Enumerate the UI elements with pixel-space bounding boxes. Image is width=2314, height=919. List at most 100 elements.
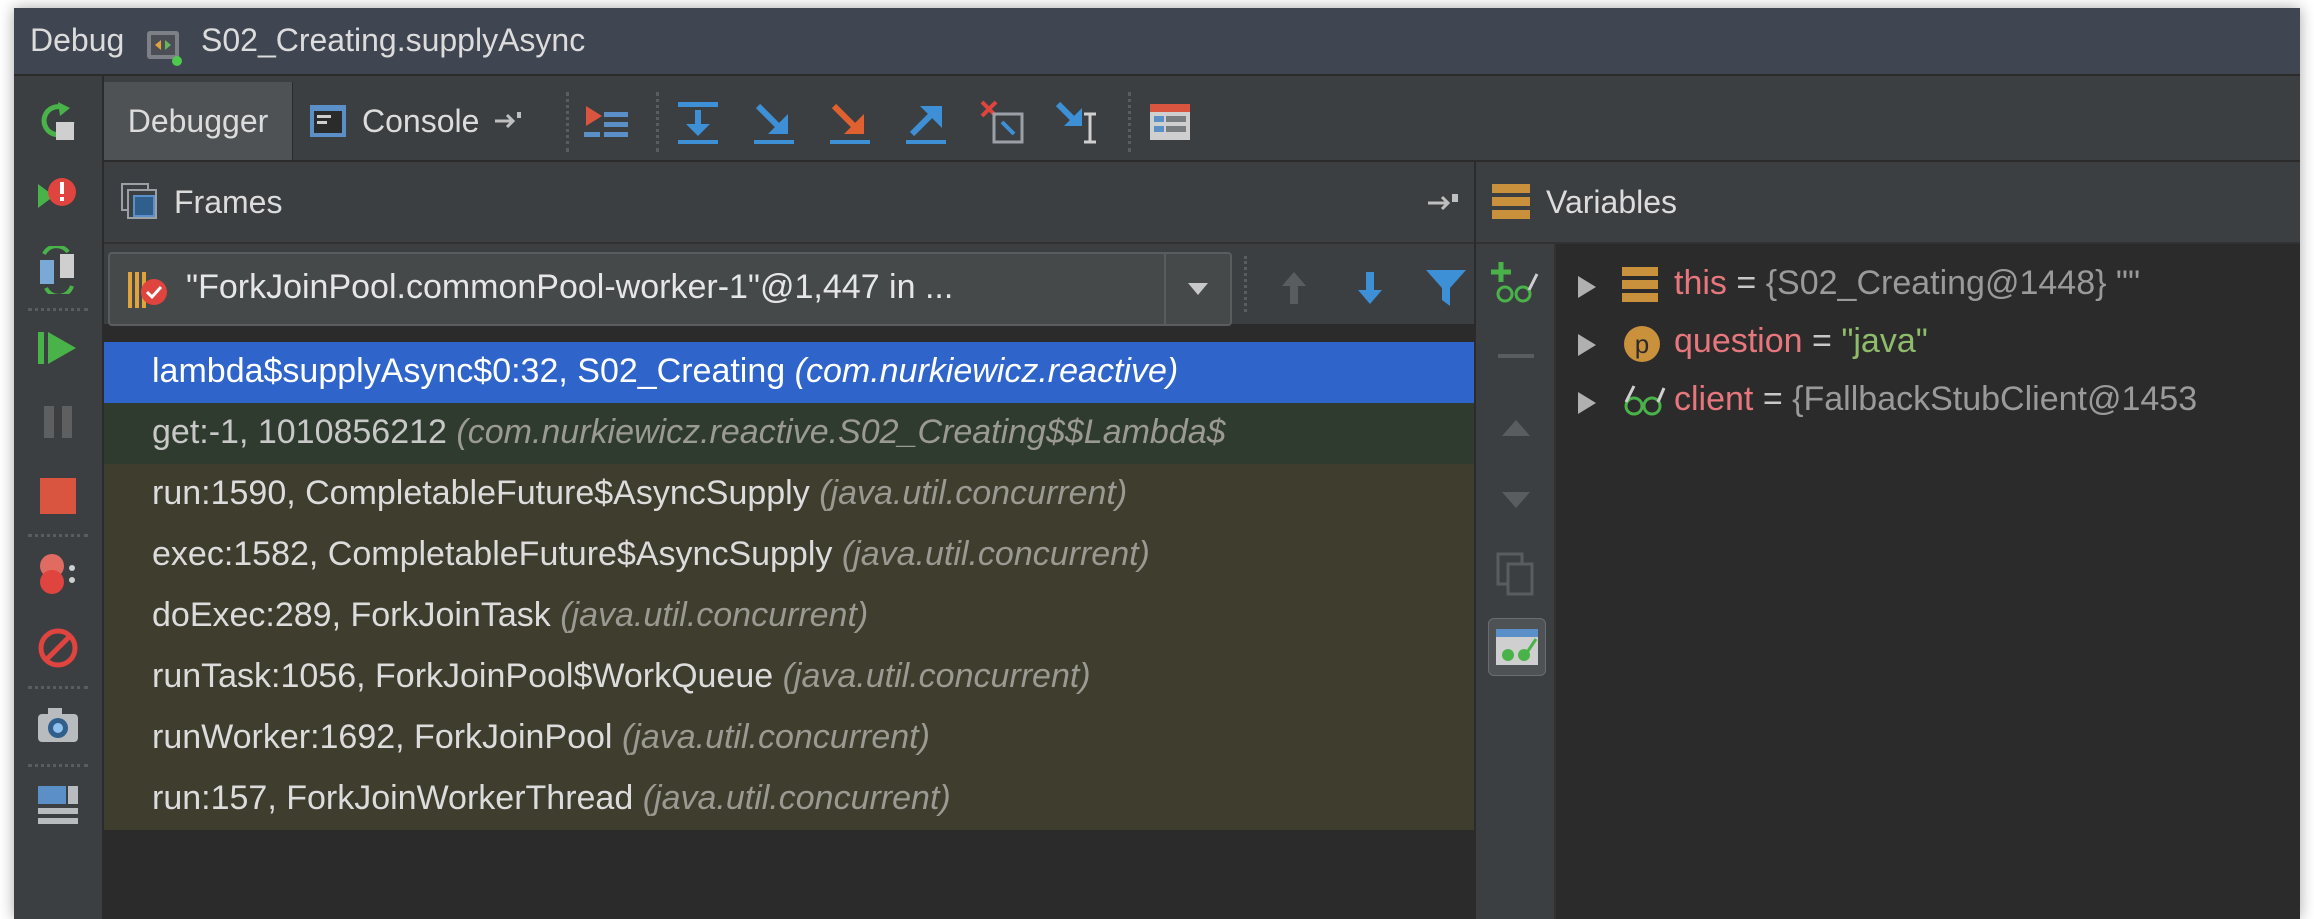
watch-icon <box>1622 382 1666 427</box>
debug-title-bar: Debug S02_Creating.supplyAsync <box>14 8 2300 76</box>
variables-icon <box>1492 184 1530 225</box>
frame-row[interactable]: doExec:289, ForkJoinTask (java.util.conc… <box>104 586 1474 647</box>
run-to-cursor-icon[interactable] <box>1052 96 1104 148</box>
drop-frame-icon[interactable] <box>976 96 1028 148</box>
filter-icon[interactable] <box>1420 262 1472 314</box>
run-config-icon <box>145 27 185 72</box>
previous-frame-icon[interactable] <box>1268 262 1320 314</box>
tab-console-label: Console <box>362 102 480 139</box>
frame-row[interactable]: get:-1, 1010856212 (com.nurkiewicz.react… <box>104 403 1474 464</box>
debug-title: Debug <box>30 22 125 58</box>
frame-row[interactable]: run:1590, CompletableFuture$AsyncSupply … <box>104 464 1474 525</box>
frame-method: doExec:289, ForkJoinTask <box>152 596 551 634</box>
thread-selector-value: "ForkJoinPool.commonPool-worker-1"@1,447… <box>186 268 954 306</box>
show-execution-point-icon[interactable] <box>580 96 632 148</box>
variable-equals: = <box>1762 380 1783 418</box>
chevron-down-icon[interactable] <box>1164 254 1230 324</box>
variable-name: client <box>1674 380 1754 418</box>
frames-header: Frames <box>104 162 1474 244</box>
frame-package: (java.util.concurrent) <box>819 474 1128 512</box>
frames-panel: Frames "ForkJoinPool.commonPool-worker-1… <box>104 162 1474 919</box>
rerun-icon[interactable] <box>30 94 86 150</box>
frame-row[interactable]: runWorker:1692, ForkJoinPool (java.util.… <box>104 708 1474 769</box>
frame-row[interactable]: lambda$supplyAsync$0:32, S02_Creating (c… <box>104 342 1474 403</box>
thread-suspended-icon <box>126 270 170 315</box>
variable-equals: = <box>1812 322 1832 360</box>
toolbar-separator <box>28 764 88 767</box>
console-icon <box>308 101 348 141</box>
toolbar-separator <box>28 686 88 689</box>
restore-layout-panels-icon[interactable] <box>30 776 86 832</box>
toolbar-separator <box>1244 256 1247 312</box>
field-icon <box>1622 266 1658 311</box>
variables-toolbar <box>1476 244 1556 919</box>
tab-console[interactable]: Console <box>294 82 562 160</box>
mute-breakpoints-icon[interactable] <box>30 620 86 676</box>
frame-package: (java.util.concurrent) <box>841 535 1150 573</box>
toolbar-separator <box>28 534 88 537</box>
variables-header: Variables <box>1476 162 2300 244</box>
step-into-icon[interactable] <box>748 96 800 148</box>
svg-text:p: p <box>1635 329 1649 359</box>
evaluate-expression-icon[interactable] <box>1144 96 1196 148</box>
debug-tab-bar: Debugger Console <box>104 76 2300 162</box>
frame-package: (com.nurkiewicz.reactive) <box>794 352 1179 390</box>
expand-arrow-icon[interactable] <box>1576 270 1598 309</box>
step-over-icon[interactable] <box>672 96 724 148</box>
get-thread-dump-icon[interactable] <box>30 698 86 754</box>
thread-selector-row: "ForkJoinPool.commonPool-worker-1"@1,447… <box>104 244 1474 326</box>
resume-program-icon[interactable] <box>30 320 86 376</box>
frame-package: (java.util.concurrent) <box>642 779 951 817</box>
exception-breakpoint-icon[interactable] <box>30 168 86 224</box>
remove-watch-icon[interactable] <box>1488 328 1544 384</box>
frame-package: (java.util.concurrent) <box>560 596 869 634</box>
stop-program-icon[interactable] <box>30 468 86 524</box>
force-step-into-icon[interactable] <box>824 96 876 148</box>
frame-row[interactable]: runTask:1056, ForkJoinPool$WorkQueue (ja… <box>104 647 1474 708</box>
variable-value: {S02_Creating@1448} "" <box>1765 264 2141 302</box>
new-watch-icon[interactable] <box>1488 254 1544 310</box>
frame-method: runWorker:1692, ForkJoinPool <box>152 718 613 756</box>
toolbar-separator <box>566 92 569 152</box>
frame-method: run:157, ForkJoinWorkerThread <box>152 779 634 817</box>
debug-side-toolbar <box>14 76 104 919</box>
expand-arrow-icon[interactable] <box>1576 386 1598 425</box>
expand-arrow-icon[interactable] <box>1576 328 1598 367</box>
variable-value: {FallbackStubClient@1453 <box>1792 380 2198 418</box>
pin-tab-icon[interactable] <box>493 106 523 136</box>
variable-row[interactable]: p question = "java" <box>1556 314 2296 370</box>
thread-selector[interactable]: "ForkJoinPool.commonPool-worker-1"@1,447… <box>108 252 1232 326</box>
pin-panel-icon[interactable] <box>1426 190 1460 221</box>
frames-title: Frames <box>174 184 283 220</box>
frame-method: runTask:1056, ForkJoinPool$WorkQueue <box>152 657 774 695</box>
frame-package: (com.nurkiewicz.reactive.S02_Creating$$L… <box>456 413 1226 451</box>
frame-method: lambda$supplyAsync$0:32, S02_Creating <box>152 352 786 390</box>
restore-layout-icon[interactable] <box>30 242 86 298</box>
pause-program-icon[interactable] <box>30 394 86 450</box>
variable-row[interactable]: this = {S02_Creating@1448} "" <box>1556 256 2296 312</box>
frame-row[interactable]: run:157, ForkJoinWorkerThread (java.util… <box>104 769 1474 830</box>
frame-row[interactable]: exec:1582, CompletableFuture$AsyncSupply… <box>104 525 1474 586</box>
duplicate-watch-icon[interactable] <box>1488 546 1544 602</box>
frame-package: (java.util.concurrent) <box>782 657 1091 695</box>
frames-icon <box>120 182 160 227</box>
toolbar-separator <box>1128 92 1131 152</box>
move-down-icon[interactable] <box>1488 472 1544 528</box>
variable-name: question <box>1674 322 1803 360</box>
variables-panel: Variables this = {S02_Creating@1448} "" … <box>1476 162 2300 919</box>
run-config-name: S02_Creating.supplyAsync <box>201 22 586 58</box>
variable-row[interactable]: client = {FallbackStubClient@1453 <box>1556 372 2296 428</box>
view-breakpoints-icon[interactable] <box>30 546 86 602</box>
variable-name: this <box>1674 264 1727 302</box>
variable-equals: = <box>1736 264 1757 302</box>
move-up-icon[interactable] <box>1488 400 1544 456</box>
parameter-icon: p <box>1622 324 1662 370</box>
step-out-icon[interactable] <box>900 96 952 148</box>
toolbar-separator <box>656 92 659 152</box>
next-frame-icon[interactable] <box>1344 262 1396 314</box>
variables-title: Variables <box>1546 184 1678 220</box>
show-watches-icon[interactable] <box>1488 618 1546 676</box>
debug-window: Debug S02_Creating.supplyAsync Debugger … <box>14 8 2300 919</box>
frame-method: exec:1582, CompletableFuture$AsyncSupply <box>152 535 833 573</box>
tab-debugger[interactable]: Debugger <box>104 82 293 160</box>
